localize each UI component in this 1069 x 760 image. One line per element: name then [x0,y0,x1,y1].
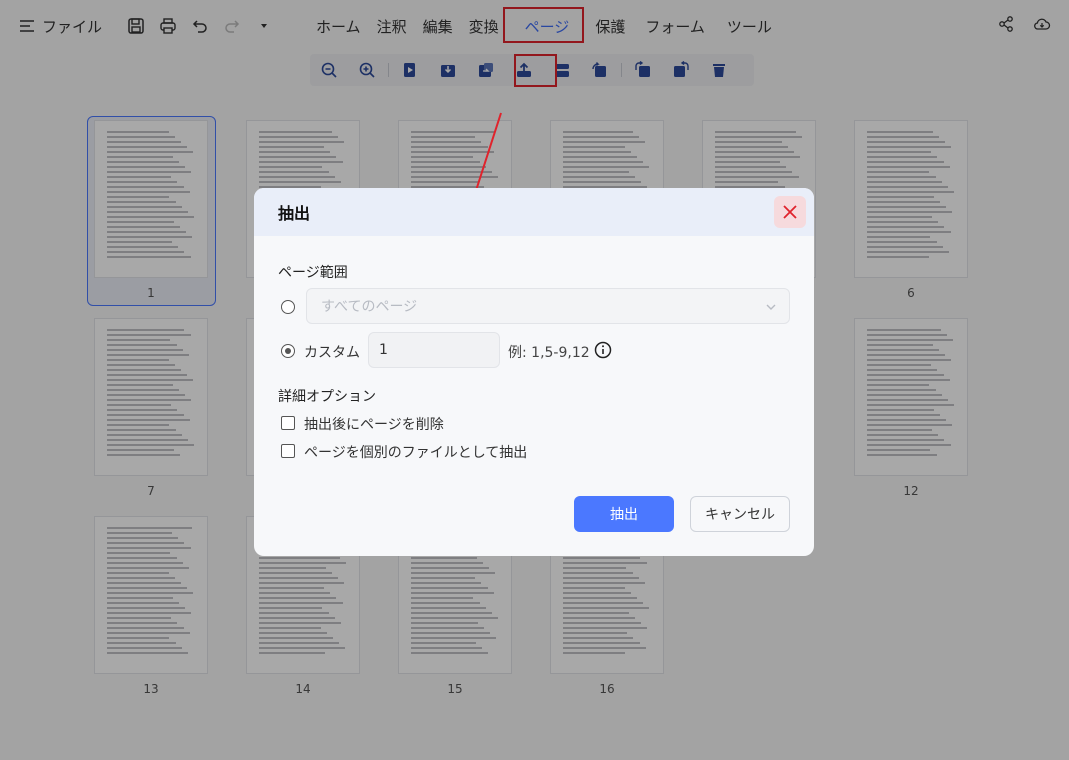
extract-button[interactable]: 抽出 [574,496,674,532]
dialog-header: 抽出 [254,188,814,236]
info-icon[interactable] [594,341,612,359]
advanced-options-label: 詳細オプション [278,389,376,405]
chevron-down-icon [766,304,776,310]
select-placeholder: すべてのページ [321,299,418,315]
separate-files-label: ページを個別のファイルとして抽出 [304,445,528,461]
all-pages-radio[interactable] [281,300,295,314]
page-range-label: ページ範囲 [278,265,348,281]
range-example: 例: 1,5-9,12 [508,345,590,361]
close-icon [783,205,797,219]
separate-files-checkbox[interactable] [281,444,295,458]
cancel-button[interactable]: キャンセル [690,496,790,532]
extract-dialog: 抽出 ページ範囲 すべてのページ カスタム 1 例: 1,5-9,12 詳細オプ… [254,188,814,556]
custom-radio[interactable] [281,344,295,358]
delete-after-extract-checkbox[interactable] [281,416,295,430]
custom-range-input[interactable]: 1 [368,332,500,368]
custom-label: カスタム [304,345,360,361]
dialog-title: 抽出 [278,204,311,223]
custom-range-value: 1 [379,342,388,358]
delete-after-extract-label: 抽出後にページを削除 [304,417,444,433]
close-button[interactable] [774,196,806,228]
all-pages-select[interactable]: すべてのページ [306,288,790,324]
